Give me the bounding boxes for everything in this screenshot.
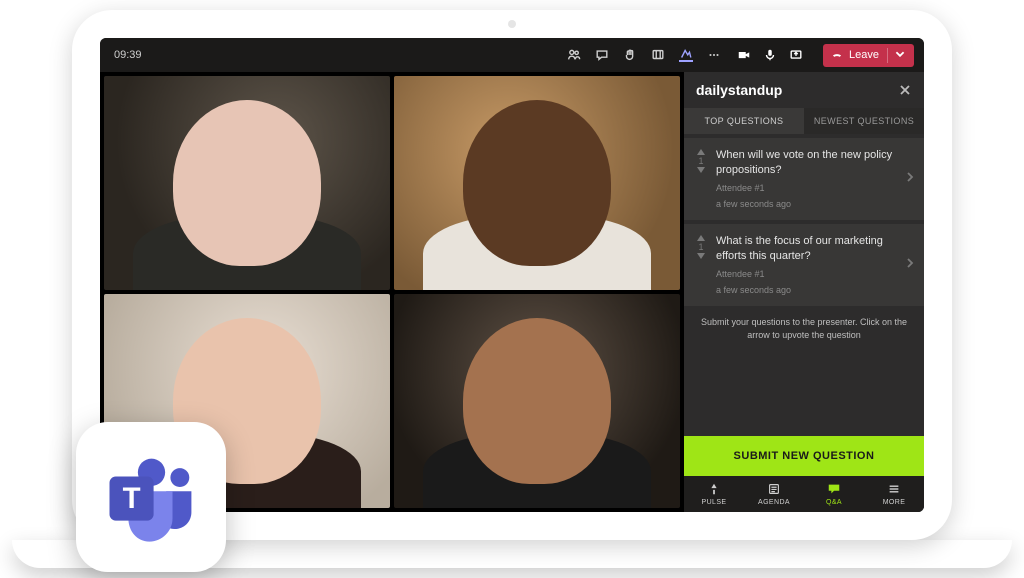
question-author: Attendee #1 — [716, 268, 900, 280]
chevron-right-icon[interactable] — [906, 256, 914, 274]
tab-newest-questions[interactable]: NEWEST QUESTIONS — [804, 108, 924, 134]
question-author: Attendee #1 — [716, 182, 900, 194]
panel-title: dailystandup — [696, 82, 782, 98]
question-list: 1 When will we vote on the new policy pr… — [684, 134, 924, 436]
nav-more[interactable]: MORE — [864, 476, 924, 512]
participant-tile[interactable] — [394, 76, 680, 290]
raise-hand-icon[interactable] — [623, 48, 637, 62]
upvote-icon[interactable] — [696, 234, 706, 242]
rooms-icon[interactable] — [651, 48, 665, 62]
qa-panel: dailystandup TOP QUESTIONS NEWEST QUESTI… — [684, 72, 924, 512]
apps-icon[interactable] — [679, 48, 693, 62]
nav-qa[interactable]: Q&A — [804, 476, 864, 512]
mic-icon[interactable] — [763, 48, 777, 62]
camera-icon[interactable] — [737, 48, 751, 62]
downvote-icon[interactable] — [696, 166, 706, 174]
downvote-icon[interactable] — [696, 252, 706, 260]
meeting-time: 09:39 — [114, 49, 142, 61]
question-body: When will we vote on the new policy prop… — [716, 148, 900, 210]
share-icon[interactable] — [789, 48, 803, 62]
camera-dot — [508, 20, 516, 28]
qa-tabs: TOP QUESTIONS NEWEST QUESTIONS — [684, 108, 924, 134]
toolbar-right-controls: Leave — [737, 44, 914, 67]
leave-chevron-icon[interactable] — [887, 48, 906, 63]
panel-header: dailystandup — [684, 72, 924, 108]
question-text: When will we vote on the new policy prop… — [716, 148, 900, 178]
chevron-right-icon[interactable] — [906, 170, 914, 188]
participant-tile[interactable] — [104, 76, 390, 290]
toolbar-center-controls — [567, 48, 721, 62]
leave-button[interactable]: Leave — [823, 44, 914, 67]
question-time: a few seconds ago — [716, 284, 900, 296]
teams-app-icon: T — [76, 422, 226, 572]
svg-text:T: T — [122, 482, 140, 515]
list-item[interactable]: 1 When will we vote on the new policy pr… — [684, 138, 924, 220]
nav-pulse[interactable]: PULSE — [684, 476, 744, 512]
participant-tile[interactable] — [394, 294, 680, 508]
nav-agenda[interactable]: AGENDA — [744, 476, 804, 512]
vote-control[interactable]: 1 — [692, 148, 710, 210]
tab-top-questions[interactable]: TOP QUESTIONS — [684, 108, 804, 134]
question-body: What is the focus of our marketing effor… — [716, 234, 900, 296]
people-icon[interactable] — [567, 48, 581, 62]
panel-bottom-nav: PULSE AGENDA Q&A MORE — [684, 476, 924, 512]
panel-instruction: Submit your questions to the presenter. … — [684, 306, 924, 351]
meeting-toolbar: 09:39 Leave — [100, 38, 924, 72]
list-item[interactable]: 1 What is the focus of our marketing eff… — [684, 224, 924, 306]
chat-icon[interactable] — [595, 48, 609, 62]
vote-control[interactable]: 1 — [692, 234, 710, 296]
vote-count: 1 — [698, 242, 703, 252]
upvote-icon[interactable] — [696, 148, 706, 156]
question-time: a few seconds ago — [716, 198, 900, 210]
close-icon[interactable] — [898, 83, 912, 97]
leave-label: Leave — [849, 49, 879, 61]
vote-count: 1 — [698, 156, 703, 166]
more-icon[interactable] — [707, 48, 721, 62]
submit-question-button[interactable]: SUBMIT NEW QUESTION — [684, 436, 924, 476]
question-text: What is the focus of our marketing effor… — [716, 234, 900, 264]
